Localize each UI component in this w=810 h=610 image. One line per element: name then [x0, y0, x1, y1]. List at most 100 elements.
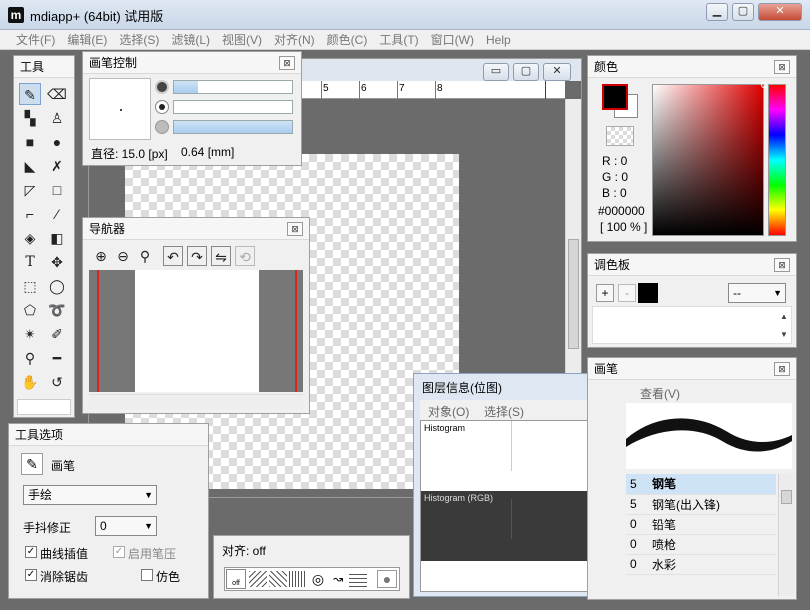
hue-slider[interactable] [768, 84, 786, 236]
brush-view-tab[interactable]: 查看(V) [640, 385, 680, 402]
menu-edit[interactable]: 编辑(E) [61, 30, 113, 50]
snap-curve-icon[interactable]: ↝ [329, 571, 347, 587]
snap-off-button[interactable]: off [226, 569, 246, 589]
menu-filter[interactable]: 滤镜(L) [165, 30, 216, 50]
measure-tool-icon[interactable]: ━ [46, 347, 68, 369]
flip-icon[interactable]: ⇋ [211, 246, 231, 266]
polygon-select-tool-icon[interactable]: ⬠ [19, 299, 41, 321]
brush-list-row[interactable]: 0 铅笔 [626, 514, 776, 535]
rotate-left-icon[interactable]: ↶ [163, 246, 183, 266]
snap-parallel-icon[interactable] [249, 571, 267, 587]
hand-tool-icon[interactable]: ✋ [19, 371, 41, 393]
minimize-button[interactable]: ▁ [706, 3, 728, 21]
dot-pen-tool-icon[interactable]: ▚ [19, 107, 41, 129]
curve-interp-checkbox[interactable]: ✓ [25, 546, 37, 558]
brush-list-scrollbar[interactable] [778, 474, 794, 596]
gradient-tool-icon[interactable]: ◧ [46, 227, 68, 249]
doc-maximize-button[interactable]: ▢ [513, 63, 539, 81]
curve-interp-label: 曲线插值 [40, 547, 89, 561]
move-tool-icon[interactable]: ✥ [46, 251, 68, 273]
ellipse-fill-tool-icon[interactable]: ● [46, 131, 68, 153]
pen-tool-icon[interactable]: ✎ [19, 83, 41, 105]
brush-stroke-graphic [626, 418, 792, 452]
brush-diameter-mm: 0.64 [mm] [181, 145, 235, 159]
navigator-close-button[interactable]: ⊠ [287, 222, 303, 236]
navigator-preview[interactable] [89, 270, 303, 392]
scroll-down-icon[interactable]: ▼ [776, 327, 792, 343]
brush-list-row[interactable]: 0 喷枪 [626, 534, 776, 555]
ellipse-select-tool-icon[interactable]: ◯ [46, 275, 68, 297]
snap-cross-icon[interactable] [269, 571, 287, 587]
density-slider[interactable] [173, 120, 293, 134]
bucket-tool-icon[interactable]: ◈ [19, 227, 41, 249]
opacity-slider[interactable] [173, 100, 293, 114]
transparent-swatch[interactable] [606, 126, 634, 146]
palette-set-select[interactable]: -- ▼ [728, 283, 786, 303]
menu-view[interactable]: 视图(V) [216, 30, 268, 50]
menu-color[interactable]: 颜色(C) [321, 30, 374, 50]
simulate-checkbox[interactable] [141, 569, 153, 581]
eyedropper-tool-icon[interactable]: ⚲ [19, 347, 41, 369]
brush-list-row[interactable]: 0 水彩 [626, 554, 776, 575]
brush-panel-close-button[interactable]: ⊠ [774, 362, 790, 376]
menu-file[interactable]: 文件(F) [10, 30, 61, 50]
palette-remove-button[interactable]: - [618, 284, 636, 302]
pen-pressure-checkbox[interactable]: ✓ [113, 546, 125, 558]
snap-vanish-icon[interactable] [289, 571, 307, 587]
snap-settings-icon[interactable]: ● [377, 570, 397, 588]
foreground-color-swatch[interactable] [602, 84, 628, 110]
layer-menu-select[interactable]: 选择(S) [484, 403, 524, 420]
menu-align[interactable]: 对齐(N) [268, 30, 321, 50]
palette-add-button[interactable]: + [596, 284, 614, 302]
sv-picker-cursor [761, 82, 767, 88]
magic-wand-tool-icon[interactable]: ✴ [19, 323, 41, 345]
brush-control-close-button[interactable]: ⊠ [279, 56, 295, 70]
menu-help[interactable]: Help [480, 30, 517, 50]
doc-scroll-thumb[interactable] [568, 239, 579, 349]
eraser-tool-icon[interactable]: ⌫ [46, 83, 68, 105]
palette-panel-close-button[interactable]: ⊠ [774, 258, 790, 272]
select-pen-tool-icon[interactable]: ✐ [46, 323, 68, 345]
layer-menu-object[interactable]: 对象(O) [428, 403, 469, 420]
brush-list-row[interactable]: 5 钢笔(出入锋) [626, 494, 776, 515]
menu-select[interactable]: 选择(S) [113, 30, 165, 50]
stamp-tool-icon[interactable]: ♙ [46, 107, 68, 129]
rectangle-fill-tool-icon[interactable]: ■ [19, 131, 41, 153]
maximize-button[interactable]: ▢ [732, 3, 754, 21]
rectangle-tool-icon[interactable]: □ [46, 179, 68, 201]
zoom-fit-icon[interactable]: ⚲ [135, 246, 155, 266]
palette-swatches[interactable]: ▲ ▼ [592, 306, 792, 344]
size-slider[interactable] [173, 80, 293, 94]
brush-list-row[interactable]: 5 钢笔 [626, 474, 776, 495]
draw-mode-select[interactable]: 手绘 ▼ [23, 485, 157, 505]
color-panel-close-button[interactable]: ⊠ [774, 60, 790, 74]
snap-concentric-icon[interactable]: ◎ [309, 571, 327, 587]
text-tool-icon[interactable]: T [19, 251, 41, 273]
brush-scroll-thumb[interactable] [781, 490, 792, 504]
lasso-fill-tool-icon[interactable]: ✗ [46, 155, 68, 177]
ruler-tool-icon[interactable]: ⁄ [46, 203, 68, 225]
doc-minimize-button[interactable]: ▭ [483, 63, 509, 81]
rotate-right-icon[interactable]: ↷ [187, 246, 207, 266]
reset-view-icon[interactable]: ⟲ [235, 246, 255, 266]
chevron-down-icon: ▼ [144, 521, 153, 531]
stabilizer-select[interactable]: 0 ▼ [95, 516, 157, 536]
lasso-select-tool-icon[interactable]: ➰ [46, 299, 68, 321]
saturation-value-picker[interactable] [652, 82, 767, 236]
brush-panel-title: 画笔 [588, 358, 796, 380]
zoom-in-icon[interactable]: ⊕ [91, 246, 111, 266]
zoom-out-icon[interactable]: ⊖ [113, 246, 133, 266]
polygon-fill-tool-icon[interactable]: ◣ [19, 155, 41, 177]
doc-close-button[interactable]: ✕ [543, 63, 571, 81]
scroll-up-icon[interactable]: ▲ [776, 309, 792, 325]
rotate-view-tool-icon[interactable]: ↺ [46, 371, 68, 393]
antialias-checkbox[interactable]: ✓ [25, 569, 37, 581]
ruler-tick [397, 81, 398, 99]
menu-window[interactable]: 窗口(W) [425, 30, 480, 50]
menu-tools[interactable]: 工具(T) [373, 30, 424, 50]
snap-grid-icon[interactable] [349, 571, 367, 587]
curve-tool-icon[interactable]: ◸ [19, 179, 41, 201]
close-button[interactable]: ✕ [758, 3, 802, 21]
rect-select-tool-icon[interactable]: ⬚ [19, 275, 41, 297]
line-tool-icon[interactable]: ⌐ [19, 203, 41, 225]
